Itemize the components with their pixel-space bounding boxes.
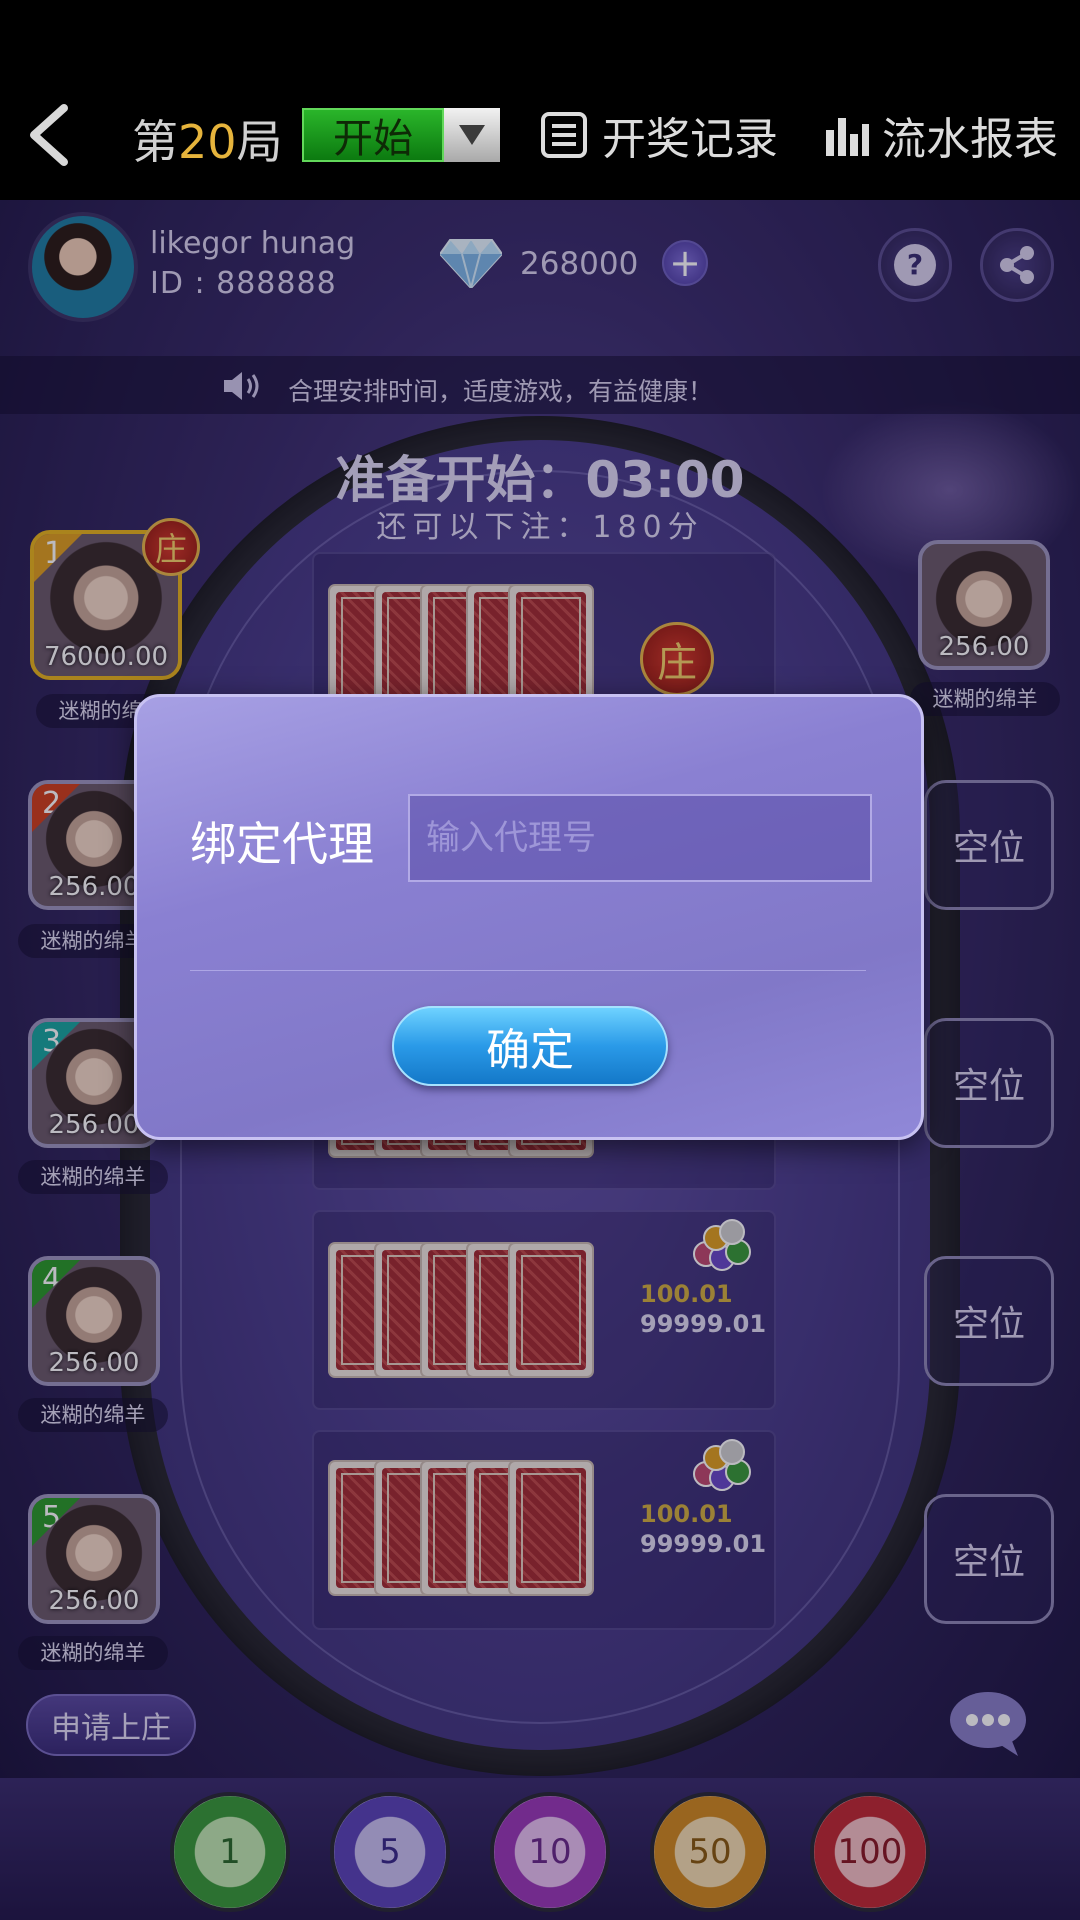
back-button[interactable] <box>22 100 78 170</box>
round-prefix: 第 <box>132 115 178 169</box>
round-indicator: 第20局 <box>132 106 283 172</box>
list-icon <box>541 112 587 158</box>
dialog-divider <box>190 970 866 971</box>
bind-agent-label: 绑定代理 <box>190 817 374 871</box>
bar-chart-icon <box>826 118 869 156</box>
flow-report-button[interactable]: 流水报表 <box>824 104 1058 166</box>
draw-records-label: 开奖记录 <box>602 114 778 165</box>
round-suffix: 局 <box>236 115 283 169</box>
chevron-left-icon <box>30 104 68 166</box>
flow-report-label: 流水报表 <box>882 114 1058 165</box>
confirm-button[interactable]: 确定 <box>392 1006 668 1086</box>
start-label: 开始 <box>302 108 444 162</box>
start-dropdown[interactable]: 开始 <box>302 108 500 162</box>
caret-down-icon <box>444 108 500 162</box>
agent-code-input[interactable] <box>408 794 872 882</box>
draw-records-button[interactable]: 开奖记录 <box>540 104 778 166</box>
round-number: 20 <box>178 115 237 169</box>
